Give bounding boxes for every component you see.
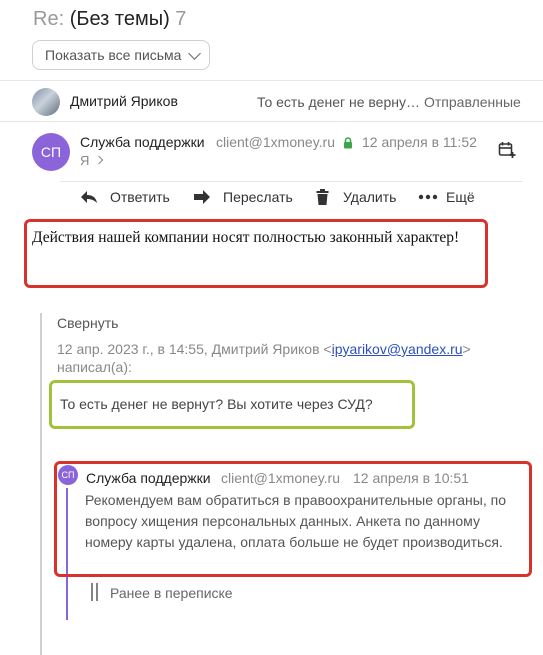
collapsed-sender-name: Дмитрий Яриков	[70, 93, 178, 109]
forward-icon	[193, 189, 211, 205]
reply-icon	[80, 189, 98, 205]
quote-header: 12 апр. 2023 г., в 14:55, Дмитрий Яриков…	[57, 340, 497, 376]
earlier-in-thread-link[interactable]: Ранее в переписке	[110, 585, 233, 601]
forward-label: Переслать	[223, 189, 293, 205]
divider	[60, 181, 523, 182]
title-re: Re:	[33, 8, 65, 30]
show-all-label: Показать все письма	[45, 47, 182, 63]
trash-icon	[316, 189, 329, 205]
forward-button[interactable]: Переслать	[193, 189, 293, 205]
earlier-icon	[91, 583, 99, 606]
chevron-right-icon[interactable]	[94, 155, 104, 165]
highlight-box-red-2	[54, 461, 532, 577]
sender-avatar: СП	[32, 133, 70, 171]
collapsed-folder: Отправленные	[424, 94, 521, 110]
avatar	[32, 88, 60, 116]
highlight-box-green	[49, 380, 415, 429]
quote-header-prefix: 12 апр. 2023 г., в 14:55, Дмитрий Яриков…	[57, 341, 332, 357]
reply-button[interactable]: Ответить	[80, 189, 170, 205]
delete-button[interactable]: Удалить	[316, 189, 396, 205]
recipient-me[interactable]: Я	[80, 153, 89, 168]
collapsed-snippet: То есть денег не верну…	[257, 94, 420, 110]
title-subject: (Без темы)	[69, 8, 170, 30]
lock-icon	[343, 136, 353, 154]
divider	[0, 121, 543, 122]
message-date: 12 апреля в 11:52	[362, 134, 477, 150]
thread-title: Re: (Без темы) 7	[33, 8, 186, 31]
quote-bar	[40, 313, 42, 655]
quote-email-link[interactable]: ipyarikov@yandex.ru	[332, 341, 463, 357]
highlight-box-red	[24, 219, 488, 288]
delete-label: Удалить	[343, 189, 397, 205]
add-to-calendar-icon[interactable]	[498, 141, 516, 164]
sender-email[interactable]: client@1xmoney.ru	[216, 134, 335, 150]
quote-header-suffix: >	[462, 341, 471, 357]
more-button[interactable]: Ещё	[418, 189, 475, 205]
quote-header-wrote: написал(а):	[57, 359, 132, 375]
thread-count: 7	[175, 8, 187, 30]
chevron-down-icon	[188, 47, 201, 60]
collapse-quote-link[interactable]: Свернуть	[57, 315, 118, 331]
more-dots-icon	[418, 194, 438, 200]
reply-label: Ответить	[110, 189, 170, 205]
show-all-letters-button[interactable]: Показать все письма	[32, 40, 210, 70]
sender-name[interactable]: Служба поддержки	[80, 134, 205, 150]
more-label: Ещё	[446, 189, 475, 205]
